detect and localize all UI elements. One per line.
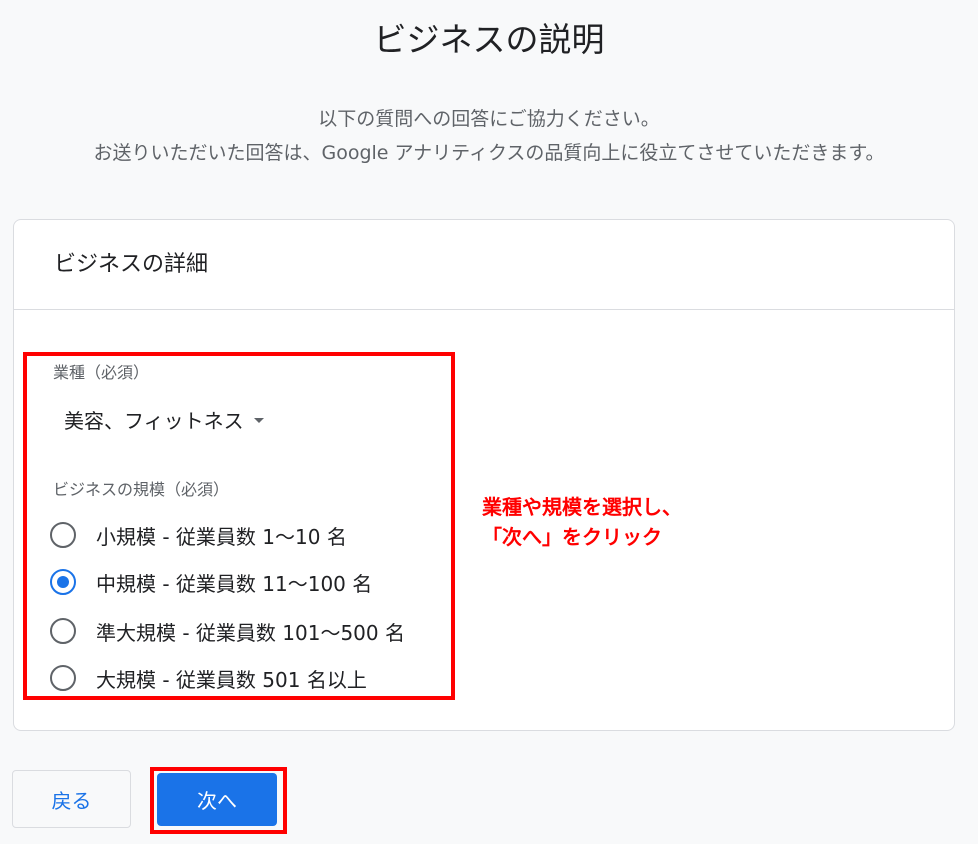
size-option-medium[interactable]: 中規模 - 従業員数 11～100 名 <box>50 565 372 599</box>
industry-select[interactable]: 美容、フィットネス <box>64 402 264 436</box>
size-option-label: 大規模 - 従業員数 501 名以上 <box>96 667 367 692</box>
business-size-label: ビジネスの規模（必須） <box>53 480 230 499</box>
size-option-label: 小規模 - 従業員数 1～10 名 <box>96 524 347 549</box>
subtitle-line-1: 以下の質問への回答にご協力ください。 <box>318 108 660 130</box>
industry-label: 業種（必須） <box>53 363 150 382</box>
annotation-text-line-2: 「次へ」をクリック <box>482 525 662 549</box>
caret-down-icon <box>253 417 264 423</box>
business-description-page: ビジネスの説明 以下の質問への回答にご協力ください。 お送りいただいた回答は、G… <box>0 0 978 844</box>
annotation-text-line-1: 業種や規模を選択し、 <box>482 495 682 519</box>
size-option-label: 準大規模 - 従業員数 101～500 名 <box>96 620 405 645</box>
size-option-small[interactable]: 小規模 - 従業員数 1～10 名 <box>50 518 347 552</box>
next-button[interactable]: 次へ <box>157 773 277 826</box>
back-button[interactable]: 戻る <box>12 770 131 828</box>
radio-button[interactable] <box>50 618 76 644</box>
size-option-semi-large[interactable]: 準大規模 - 従業員数 101～500 名 <box>50 614 405 648</box>
industry-selected-value: 美容、フィットネス <box>64 408 244 433</box>
card-header: ビジネスの詳細 <box>14 220 954 310</box>
size-option-label: 中規模 - 従業員数 11～100 名 <box>96 571 373 596</box>
size-option-large[interactable]: 大規模 - 従業員数 501 名以上 <box>50 661 367 695</box>
radio-button[interactable] <box>50 569 76 595</box>
page-title: ビジネスの説明 <box>373 20 605 59</box>
radio-button[interactable] <box>50 665 76 691</box>
radio-button[interactable] <box>50 522 76 548</box>
business-details-card: ビジネスの詳細 <box>13 219 955 731</box>
subtitle-line-2: お送りいただいた回答は、Google アナリティクスの品質向上に役立てさせていた… <box>93 142 885 164</box>
